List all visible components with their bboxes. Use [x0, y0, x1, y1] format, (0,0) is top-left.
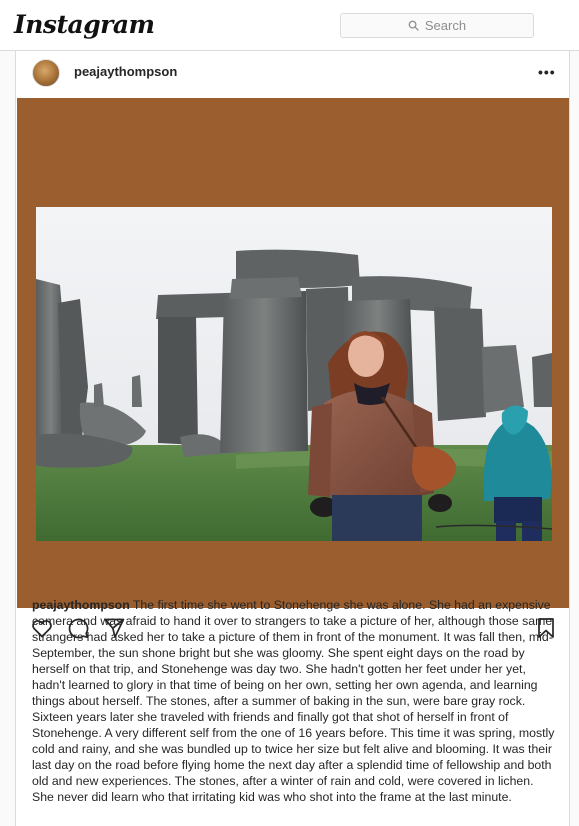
more-options-button[interactable]: ••• — [538, 64, 556, 80]
search-placeholder: Search — [424, 18, 467, 33]
post-caption: peajaythompson The first time she went t… — [32, 597, 557, 805]
instagram-logo[interactable]: Instagram — [14, 10, 155, 39]
post-card: peajaythompson ••• peajaythompson The fi… — [15, 51, 570, 826]
search-icon — [408, 20, 419, 31]
stonehenge-photo — [36, 207, 552, 541]
post-username[interactable]: peajaythompson — [74, 64, 177, 79]
avatar[interactable] — [32, 59, 60, 87]
caption-username[interactable]: peajaythompson — [32, 598, 130, 612]
caption-text: The first time she went to Stonehenge sh… — [32, 598, 555, 804]
post-header: peajaythompson ••• — [16, 51, 569, 98]
search-input[interactable]: Search — [340, 13, 534, 38]
post-image[interactable] — [17, 98, 569, 608]
top-navigation-bar: Instagram Search — [0, 0, 579, 51]
stonehenge-scene — [36, 207, 552, 541]
